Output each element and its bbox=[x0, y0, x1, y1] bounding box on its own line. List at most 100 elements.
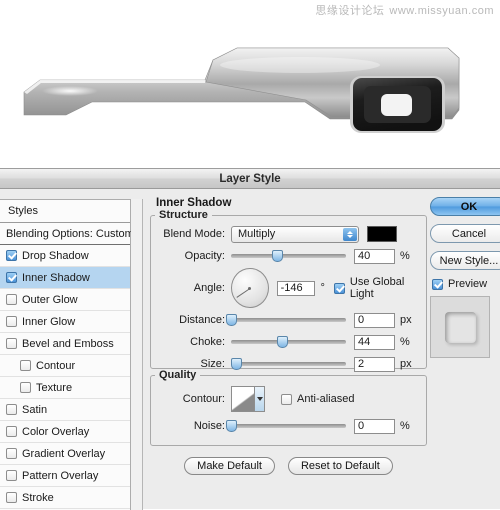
angle-label: Angle: bbox=[193, 282, 225, 294]
style-row-label: Color Overlay bbox=[22, 425, 90, 438]
style-row-contour[interactable]: Contour bbox=[0, 355, 130, 377]
ok-button[interactable]: OK bbox=[430, 197, 500, 216]
noise-value: 0 bbox=[358, 420, 365, 432]
style-checkbox[interactable] bbox=[6, 250, 17, 261]
style-row-inner-shadow[interactable]: Inner Shadow bbox=[0, 267, 130, 289]
style-checkbox[interactable] bbox=[6, 294, 17, 305]
contour-label: Contour: bbox=[182, 393, 225, 405]
styles-header-label: Styles bbox=[8, 205, 38, 217]
style-row-label: Bevel and Emboss bbox=[22, 337, 114, 350]
choke-slider[interactable] bbox=[231, 335, 346, 349]
style-row-satin[interactable]: Satin bbox=[0, 399, 130, 421]
blend-mode-label: Blend Mode: bbox=[163, 228, 225, 240]
inner-shadow-panel: Inner Shadow Structure Blend Mode: Multi… bbox=[150, 197, 427, 510]
cancel-button[interactable]: Cancel bbox=[430, 224, 500, 243]
choke-value: 44 bbox=[358, 336, 371, 348]
blend-mode-value: Multiply bbox=[238, 228, 276, 240]
use-global-light-checkbox[interactable] bbox=[333, 282, 345, 294]
preview-row[interactable]: Preview bbox=[432, 278, 500, 290]
angle-value: -146 bbox=[280, 282, 303, 294]
angle-input[interactable]: -146 bbox=[276, 280, 316, 296]
anti-aliased-checkbox[interactable] bbox=[281, 393, 292, 405]
blending-options-row[interactable]: Blending Options: Custom bbox=[0, 223, 134, 245]
panel-title-group: Inner Shadow Structure Blend Mode: Multi… bbox=[150, 197, 427, 475]
style-row-label: Stroke bbox=[22, 491, 54, 504]
style-row-pattern-overlay[interactable]: Pattern Overlay bbox=[0, 465, 130, 487]
style-row-gradient-overlay[interactable]: Gradient Overlay bbox=[0, 443, 130, 465]
style-checkbox[interactable] bbox=[6, 492, 17, 503]
structure-group: Structure Blend Mode: Multiply Opacity: bbox=[150, 209, 427, 372]
distance-unit: px bbox=[400, 314, 412, 326]
chevron-updown-icon[interactable] bbox=[343, 227, 357, 241]
style-row-outer-glow[interactable]: Outer Glow bbox=[0, 289, 130, 311]
distance-label: Distance: bbox=[179, 314, 225, 326]
noise-label: Noise: bbox=[193, 420, 225, 432]
style-checkbox[interactable] bbox=[6, 272, 17, 283]
contour-dropdown-icon bbox=[254, 387, 264, 411]
contour-swatch[interactable] bbox=[231, 386, 265, 412]
style-row-texture[interactable]: Texture bbox=[0, 377, 130, 399]
style-checkbox[interactable] bbox=[6, 404, 17, 415]
opacity-label: Opacity: bbox=[184, 250, 225, 262]
opacity-unit: % bbox=[400, 250, 410, 262]
noise-unit: % bbox=[400, 420, 410, 432]
layer-style-dialog: Layer Style Styles Blending Options: Cus… bbox=[0, 168, 500, 510]
distance-value: 0 bbox=[358, 314, 365, 326]
default-buttons: Make Default Reset to Default bbox=[150, 457, 427, 475]
dialog-titlebar[interactable]: Layer Style bbox=[0, 169, 500, 189]
blend-mode-select[interactable]: Multiply bbox=[231, 225, 359, 243]
opacity-input[interactable]: 40 bbox=[354, 248, 395, 264]
style-row-label: Outer Glow bbox=[22, 293, 78, 306]
style-row-label: Pattern Overlay bbox=[22, 469, 99, 482]
angle-dial[interactable] bbox=[231, 268, 269, 308]
style-row-label: Gradient Overlay bbox=[22, 447, 106, 460]
choke-unit: % bbox=[400, 336, 410, 348]
panel-title: Inner Shadow bbox=[156, 197, 232, 209]
noise-slider[interactable] bbox=[226, 419, 346, 433]
preview-label: Preview bbox=[448, 278, 488, 290]
style-row-bevel-and-emboss[interactable]: Bevel and Emboss bbox=[0, 333, 130, 355]
quality-group: Quality Contour: Anti-aliased Noise: 0 % bbox=[150, 369, 427, 446]
style-row-inner-glow[interactable]: Inner Glow bbox=[0, 311, 130, 333]
watermark-cn: 思缘设计论坛 bbox=[315, 4, 385, 17]
style-row-label: Drop Shadow bbox=[22, 249, 89, 262]
opacity-slider[interactable] bbox=[231, 249, 346, 263]
angle-unit: ° bbox=[320, 282, 325, 294]
style-checkbox[interactable] bbox=[20, 382, 31, 393]
style-row-stroke[interactable]: Stroke bbox=[0, 487, 130, 509]
dialog-actions: OK Cancel New Style... Preview bbox=[430, 197, 500, 358]
make-default-button[interactable]: Make Default bbox=[184, 457, 275, 475]
style-row-label: Inner Shadow bbox=[22, 271, 90, 284]
style-checkbox[interactable] bbox=[20, 360, 31, 371]
metal-artwork bbox=[0, 20, 500, 145]
style-checkbox[interactable] bbox=[6, 426, 17, 437]
style-checkbox[interactable] bbox=[6, 470, 17, 481]
distance-input[interactable]: 0 bbox=[354, 312, 395, 328]
choke-input[interactable]: 44 bbox=[354, 334, 395, 350]
style-checkbox[interactable] bbox=[6, 316, 17, 327]
new-style-button[interactable]: New Style... bbox=[430, 251, 500, 270]
styles-header[interactable]: Styles bbox=[0, 200, 130, 223]
distance-slider[interactable] bbox=[226, 313, 346, 327]
structure-legend: Structure bbox=[159, 209, 208, 221]
style-row-drop-shadow[interactable]: Drop Shadow bbox=[0, 245, 130, 267]
quality-legend: Quality bbox=[159, 369, 197, 381]
style-row-label: Contour bbox=[36, 359, 76, 372]
use-global-light-label: Use Global Light bbox=[349, 276, 405, 300]
reset-to-default-button[interactable]: Reset to Default bbox=[287, 457, 393, 475]
shadow-color-swatch[interactable] bbox=[367, 226, 397, 242]
style-row-color-overlay[interactable]: Color Overlay bbox=[0, 421, 130, 443]
style-row-label: Satin bbox=[22, 403, 48, 416]
preview-shape bbox=[444, 311, 476, 343]
watermark: 思缘设计论坛 www.missyuan.com bbox=[315, 2, 494, 18]
style-checkbox[interactable] bbox=[6, 338, 17, 349]
choke-label: Choke: bbox=[190, 336, 225, 348]
style-row-label: Inner Glow bbox=[22, 315, 76, 328]
noise-input[interactable]: 0 bbox=[354, 418, 395, 434]
styles-list-scrollbar[interactable] bbox=[131, 199, 143, 510]
dialog-title: Layer Style bbox=[219, 172, 281, 185]
style-checkbox[interactable] bbox=[6, 448, 17, 459]
preview-checkbox[interactable] bbox=[432, 278, 443, 290]
style-row-label: Texture bbox=[36, 381, 73, 394]
blending-options-label: Blending Options: Custom bbox=[6, 227, 134, 240]
